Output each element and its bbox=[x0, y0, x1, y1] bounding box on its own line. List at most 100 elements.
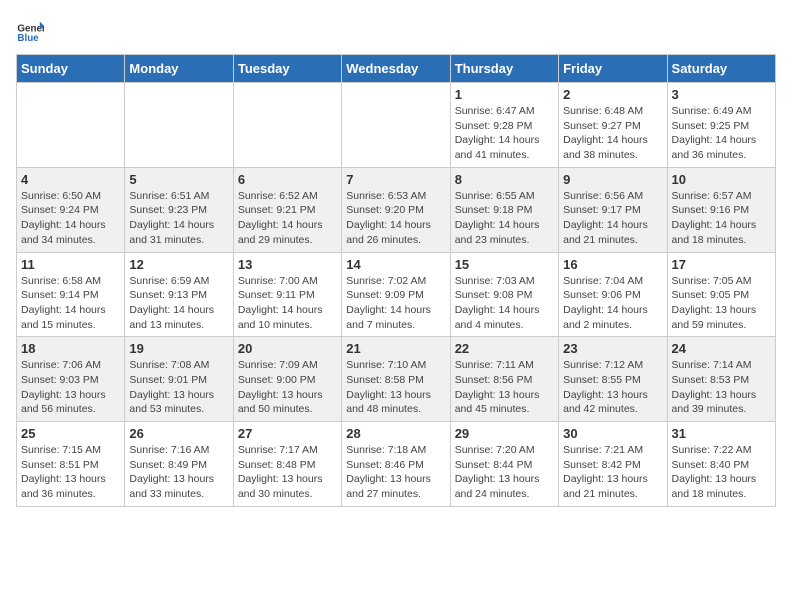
calendar-cell: 22Sunrise: 7:11 AM Sunset: 8:56 PM Dayli… bbox=[450, 337, 558, 422]
day-number: 29 bbox=[455, 426, 554, 441]
day-info: Sunrise: 7:14 AM Sunset: 8:53 PM Dayligh… bbox=[672, 358, 771, 417]
day-number: 11 bbox=[21, 257, 120, 272]
day-header-saturday: Saturday bbox=[667, 55, 775, 83]
calendar-cell bbox=[342, 83, 450, 168]
calendar-cell: 23 Sunrise: 7:12 AM Sunset: 8:55 PM Dayli… bbox=[559, 337, 667, 422]
calendar-cell: 16 Sunrise: 7:04 AM Sunset: 9:06 PM Dayli… bbox=[559, 252, 667, 337]
calendar-cell: 11 Sunrise: 6:58 AM Sunset: 9:14 PM Dayli… bbox=[17, 252, 125, 337]
calendar-week-row: 18 Sunrise: 7:06 AM Sunset: 9:03 PM Dayli… bbox=[17, 337, 776, 422]
calendar-cell: 6Sunrise: 6:52 AM Sunset: 9:21 PM Daylig… bbox=[233, 167, 341, 252]
calendar-week-row: 1 Sunrise: 6:47 AM Sunset: 9:28 PM Daylig… bbox=[17, 83, 776, 168]
day-number: 30 bbox=[563, 426, 662, 441]
day-info: Sunrise: 7:22 AM Sunset: 8:40 PM Dayligh… bbox=[672, 443, 771, 502]
day-info: Sunrise: 6:58 AM Sunset: 9:14 PM Dayligh… bbox=[21, 274, 120, 333]
day-number: 13 bbox=[238, 257, 337, 272]
calendar-header-row: SundayMondayTuesdayWednesdayThursdayFrid… bbox=[17, 55, 776, 83]
header: General Blue bbox=[16, 16, 776, 44]
calendar-week-row: 11 Sunrise: 6:58 AM Sunset: 9:14 PM Dayli… bbox=[17, 252, 776, 337]
calendar-cell: 8Sunrise: 6:55 AM Sunset: 9:18 PM Daylig… bbox=[450, 167, 558, 252]
calendar-cell bbox=[233, 83, 341, 168]
day-info: Sunrise: 7:06 AM Sunset: 9:03 PM Dayligh… bbox=[21, 358, 120, 417]
day-number: 17 bbox=[672, 257, 771, 272]
day-info: Sunrise: 6:57 AM Sunset: 9:16 PM Dayligh… bbox=[672, 189, 771, 248]
calendar: SundayMondayTuesdayWednesdayThursdayFrid… bbox=[16, 54, 776, 507]
calendar-week-row: 4 Sunrise: 6:50 AM Sunset: 9:24 PM Daylig… bbox=[17, 167, 776, 252]
day-header-friday: Friday bbox=[559, 55, 667, 83]
day-number: 15 bbox=[455, 257, 554, 272]
calendar-cell: 1 Sunrise: 6:47 AM Sunset: 9:28 PM Daylig… bbox=[450, 83, 558, 168]
calendar-cell: 27Sunrise: 7:17 AM Sunset: 8:48 PM Dayli… bbox=[233, 422, 341, 507]
svg-text:Blue: Blue bbox=[17, 33, 39, 44]
day-info: Sunrise: 7:18 AM Sunset: 8:46 PM Dayligh… bbox=[346, 443, 445, 502]
day-header-thursday: Thursday bbox=[450, 55, 558, 83]
day-number: 12 bbox=[129, 257, 228, 272]
calendar-cell: 21Sunrise: 7:10 AM Sunset: 8:58 PM Dayli… bbox=[342, 337, 450, 422]
day-number: 1 bbox=[455, 87, 554, 102]
day-info: Sunrise: 7:15 AM Sunset: 8:51 PM Dayligh… bbox=[21, 443, 120, 502]
calendar-cell: 20 Sunrise: 7:09 AM Sunset: 9:00 PM Dayli… bbox=[233, 337, 341, 422]
day-info: Sunrise: 7:11 AM Sunset: 8:56 PM Dayligh… bbox=[455, 358, 554, 417]
day-number: 25 bbox=[21, 426, 120, 441]
logo: General Blue bbox=[16, 16, 48, 44]
day-number: 23 bbox=[563, 341, 662, 356]
calendar-cell: 14 Sunrise: 7:02 AM Sunset: 9:09 PM Dayli… bbox=[342, 252, 450, 337]
day-info: Sunrise: 6:51 AM Sunset: 9:23 PM Dayligh… bbox=[129, 189, 228, 248]
day-number: 16 bbox=[563, 257, 662, 272]
day-info: Sunrise: 6:49 AM Sunset: 9:25 PM Dayligh… bbox=[672, 104, 771, 163]
day-number: 5 bbox=[129, 172, 228, 187]
calendar-cell bbox=[125, 83, 233, 168]
calendar-cell: 10 Sunrise: 6:57 AM Sunset: 9:16 PM Dayli… bbox=[667, 167, 775, 252]
calendar-cell: 17 Sunrise: 7:05 AM Sunset: 9:05 PM Dayli… bbox=[667, 252, 775, 337]
day-info: Sunrise: 7:20 AM Sunset: 8:44 PM Dayligh… bbox=[455, 443, 554, 502]
day-number: 10 bbox=[672, 172, 771, 187]
day-header-tuesday: Tuesday bbox=[233, 55, 341, 83]
calendar-cell: 9Sunrise: 6:56 AM Sunset: 9:17 PM Daylig… bbox=[559, 167, 667, 252]
day-header-wednesday: Wednesday bbox=[342, 55, 450, 83]
calendar-cell: 5 Sunrise: 6:51 AM Sunset: 9:23 PM Daylig… bbox=[125, 167, 233, 252]
day-number: 20 bbox=[238, 341, 337, 356]
day-info: Sunrise: 6:59 AM Sunset: 9:13 PM Dayligh… bbox=[129, 274, 228, 333]
calendar-cell: 18 Sunrise: 7:06 AM Sunset: 9:03 PM Dayli… bbox=[17, 337, 125, 422]
day-number: 7 bbox=[346, 172, 445, 187]
calendar-cell: 3 Sunrise: 6:49 AM Sunset: 9:25 PM Daylig… bbox=[667, 83, 775, 168]
day-info: Sunrise: 7:09 AM Sunset: 9:00 PM Dayligh… bbox=[238, 358, 337, 417]
day-info: Sunrise: 6:50 AM Sunset: 9:24 PM Dayligh… bbox=[21, 189, 120, 248]
day-number: 3 bbox=[672, 87, 771, 102]
day-info: Sunrise: 7:12 AM Sunset: 8:55 PM Dayligh… bbox=[563, 358, 662, 417]
day-number: 6 bbox=[238, 172, 337, 187]
calendar-cell bbox=[17, 83, 125, 168]
calendar-cell: 2Sunrise: 6:48 AM Sunset: 9:27 PM Daylig… bbox=[559, 83, 667, 168]
day-number: 19 bbox=[129, 341, 228, 356]
day-header-sunday: Sunday bbox=[17, 55, 125, 83]
calendar-cell: 28Sunrise: 7:18 AM Sunset: 8:46 PM Dayli… bbox=[342, 422, 450, 507]
day-info: Sunrise: 7:05 AM Sunset: 9:05 PM Dayligh… bbox=[672, 274, 771, 333]
day-number: 26 bbox=[129, 426, 228, 441]
day-number: 24 bbox=[672, 341, 771, 356]
day-number: 9 bbox=[563, 172, 662, 187]
calendar-cell: 31 Sunrise: 7:22 AM Sunset: 8:40 PM Dayli… bbox=[667, 422, 775, 507]
logo-icon: General Blue bbox=[16, 16, 44, 44]
day-header-monday: Monday bbox=[125, 55, 233, 83]
calendar-cell: 30Sunrise: 7:21 AM Sunset: 8:42 PM Dayli… bbox=[559, 422, 667, 507]
day-info: Sunrise: 7:16 AM Sunset: 8:49 PM Dayligh… bbox=[129, 443, 228, 502]
calendar-cell: 7Sunrise: 6:53 AM Sunset: 9:20 PM Daylig… bbox=[342, 167, 450, 252]
calendar-cell: 29 Sunrise: 7:20 AM Sunset: 8:44 PM Dayli… bbox=[450, 422, 558, 507]
calendar-cell: 24 Sunrise: 7:14 AM Sunset: 8:53 PM Dayli… bbox=[667, 337, 775, 422]
day-info: Sunrise: 7:17 AM Sunset: 8:48 PM Dayligh… bbox=[238, 443, 337, 502]
day-info: Sunrise: 6:47 AM Sunset: 9:28 PM Dayligh… bbox=[455, 104, 554, 163]
day-number: 4 bbox=[21, 172, 120, 187]
day-number: 21 bbox=[346, 341, 445, 356]
day-info: Sunrise: 7:02 AM Sunset: 9:09 PM Dayligh… bbox=[346, 274, 445, 333]
day-info: Sunrise: 7:04 AM Sunset: 9:06 PM Dayligh… bbox=[563, 274, 662, 333]
calendar-cell: 26 Sunrise: 7:16 AM Sunset: 8:49 PM Dayli… bbox=[125, 422, 233, 507]
calendar-cell: 4 Sunrise: 6:50 AM Sunset: 9:24 PM Daylig… bbox=[17, 167, 125, 252]
day-number: 18 bbox=[21, 341, 120, 356]
calendar-week-row: 25 Sunrise: 7:15 AM Sunset: 8:51 PM Dayli… bbox=[17, 422, 776, 507]
day-info: Sunrise: 7:00 AM Sunset: 9:11 PM Dayligh… bbox=[238, 274, 337, 333]
day-number: 31 bbox=[672, 426, 771, 441]
calendar-cell: 19Sunrise: 7:08 AM Sunset: 9:01 PM Dayli… bbox=[125, 337, 233, 422]
calendar-cell: 12 Sunrise: 6:59 AM Sunset: 9:13 PM Dayli… bbox=[125, 252, 233, 337]
day-number: 14 bbox=[346, 257, 445, 272]
calendar-cell: 13 Sunrise: 7:00 AM Sunset: 9:11 PM Dayli… bbox=[233, 252, 341, 337]
day-info: Sunrise: 6:48 AM Sunset: 9:27 PM Dayligh… bbox=[563, 104, 662, 163]
